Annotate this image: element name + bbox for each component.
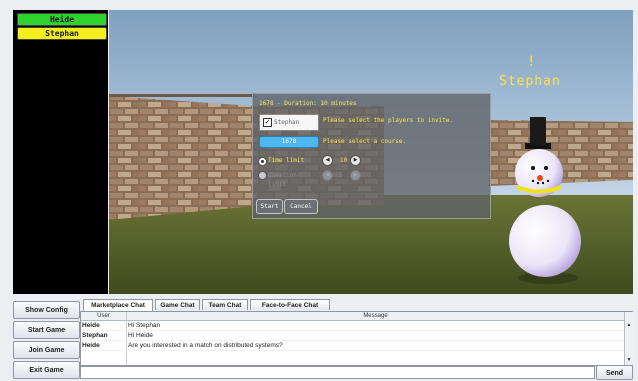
radio-icon[interactable] [258, 157, 267, 166]
hint-select-course: Please select a course. [323, 138, 407, 145]
show-config-button[interactable]: Show Config [13, 301, 80, 319]
dialog-title: 1678 - Duration: 10 minutes [259, 100, 357, 107]
question-limit-label: Question limit [268, 172, 297, 188]
hint-select-players: Please select the players to invite. [323, 117, 454, 124]
column-header-message[interactable]: Message [127, 312, 624, 320]
row-user: Heide [82, 342, 100, 349]
course-button[interactable]: 1678 [259, 136, 319, 148]
column-header-user[interactable]: User [81, 312, 126, 320]
row-message: Hi Heide [128, 332, 153, 339]
tab-game-chat[interactable]: Game Chat [155, 299, 200, 310]
row-user: Heide [82, 322, 100, 329]
wall-top-edge [109, 94, 254, 97]
game-client-window: Heide Stephan ! Stephan 1678 - Duration:… [0, 0, 638, 381]
row-message: Are you interested in a match on distrib… [128, 342, 283, 349]
start-game-button[interactable]: Start Game [13, 321, 80, 339]
chat-input[interactable] [80, 366, 595, 379]
scroll-up-icon[interactable]: ▲ [625, 321, 633, 329]
player-badge-stephan[interactable]: Stephan [17, 27, 107, 40]
avatar-exclamation: ! [527, 54, 535, 70]
time-limit-label: Time limit [268, 157, 305, 164]
tab-face-to-face-chat[interactable]: Face-to-Face Chat [250, 299, 330, 310]
row-message: Hi Stephan [128, 322, 161, 329]
join-game-button[interactable]: Join Game [13, 341, 80, 359]
radio-selected-dot [261, 160, 264, 163]
table-row[interactable]: Stephan Hi Heide [81, 331, 624, 341]
invite-dialog: 1678 - Duration: 10 minutes ✓ Stephan Pl… [252, 93, 491, 219]
tab-marketplace-chat[interactable]: Marketplace Chat [83, 299, 153, 311]
chat-table-header: User Message [81, 312, 624, 321]
start-button[interactable]: Start [256, 199, 283, 214]
player-list: Heide Stephan [13, 10, 108, 294]
exit-game-button[interactable]: Exit Game [13, 361, 80, 379]
player-badge-heide[interactable]: Heide [17, 13, 107, 26]
checkbox-icon[interactable]: ✓ [263, 118, 272, 127]
player-select-box[interactable]: ✓ Stephan [259, 114, 319, 131]
arrow-right-icon[interactable]: ▶ [350, 155, 361, 166]
table-row[interactable]: Heide Hi Stephan [81, 321, 624, 331]
chat-scrollbar[interactable]: ▲ ▼ [624, 312, 633, 365]
radio-icon[interactable] [258, 171, 267, 180]
time-limit-value: 10 [340, 157, 348, 164]
scroll-down-icon[interactable]: ▼ [625, 356, 633, 364]
tab-team-chat[interactable]: Team Chat [202, 299, 248, 310]
cancel-button[interactable]: Cancel [284, 199, 318, 214]
arrow-right-icon[interactable]: ▶ [350, 170, 361, 181]
arrow-left-icon[interactable]: ◀ [322, 170, 333, 181]
avatar-name-label: Stephan [499, 74, 561, 89]
send-button[interactable]: Send [596, 365, 633, 380]
arrow-left-icon[interactable]: ◀ [322, 155, 333, 166]
row-user: Stephan [82, 332, 108, 339]
brick-wall-left [109, 96, 254, 220]
table-row[interactable]: Heide Are you interested in a match on d… [81, 341, 624, 351]
chat-message-table[interactable]: User Message Heide Hi Stephan Stephan Hi… [80, 311, 633, 366]
question-limit-value: 5 [339, 172, 343, 179]
player-option-name: Stephan [274, 119, 300, 126]
